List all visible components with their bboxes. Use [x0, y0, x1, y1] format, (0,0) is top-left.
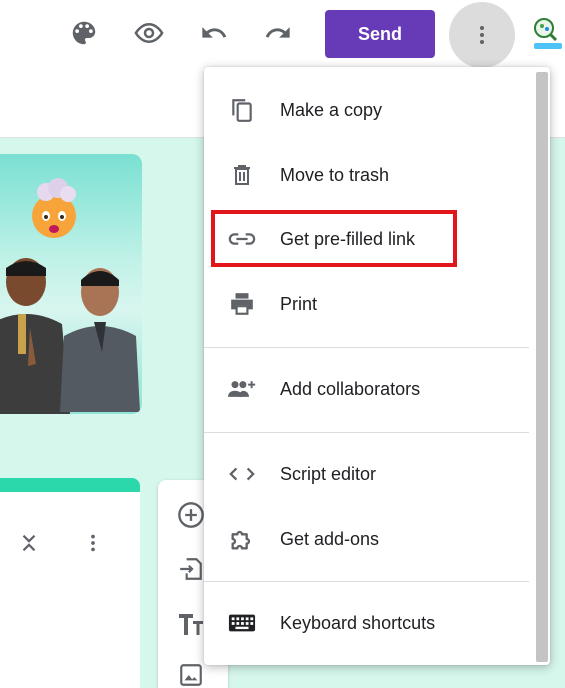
print-icon	[228, 290, 256, 318]
person-right-image	[60, 268, 140, 412]
question-accent-bar	[0, 478, 140, 492]
copy-icon	[228, 96, 256, 124]
menu-scrollbar[interactable]	[536, 72, 548, 662]
menu-divider	[204, 432, 529, 433]
send-button[interactable]: Send	[325, 10, 435, 58]
menu-item-keyboard-shortcuts[interactable]: Keyboard shortcuts	[204, 595, 534, 651]
add-title-icon[interactable]	[176, 608, 206, 638]
menu-item-print[interactable]: Print	[204, 276, 534, 332]
add-people-icon	[228, 375, 256, 403]
question-more-icon[interactable]	[82, 530, 104, 561]
keyboard-icon	[228, 609, 256, 637]
avatar[interactable]	[530, 16, 564, 56]
menu-divider	[204, 347, 529, 348]
menu-item-get-add-ons[interactable]: Get add-ons	[204, 511, 534, 567]
menu-item-label: Script editor	[280, 463, 377, 484]
menu-divider	[204, 581, 529, 582]
annotation-highlight-box	[211, 210, 457, 267]
redo-icon[interactable]	[262, 17, 294, 49]
form-header-image	[0, 154, 142, 414]
palette-icon[interactable]	[68, 17, 100, 49]
menu-item-label: Make a copy	[280, 99, 383, 120]
mind-blown-emoji-icon	[32, 178, 76, 238]
menu-item-label: Add collaborators	[280, 378, 421, 399]
menu-item-label: Move to trash	[280, 164, 390, 185]
import-questions-icon[interactable]	[176, 554, 206, 584]
top-toolbar: Send	[0, 0, 565, 70]
menu-item-add-collaborators[interactable]: Add collaborators	[204, 361, 534, 417]
menu-item-label: Get add-ons	[280, 528, 380, 549]
menu-item-move-to-trash[interactable]: Move to trash	[204, 147, 534, 203]
question-card[interactable]	[0, 478, 140, 688]
more-options-button[interactable]	[449, 2, 515, 68]
menu-item-script-editor[interactable]: Script editor	[204, 446, 534, 502]
add-question-icon[interactable]	[176, 500, 206, 530]
add-image-icon[interactable]	[176, 660, 206, 688]
menu-item-make-a-copy[interactable]: Make a copy	[204, 82, 534, 138]
eye-icon[interactable]	[133, 17, 165, 49]
menu-item-label: Print	[280, 293, 318, 314]
undo-icon[interactable]	[198, 17, 230, 49]
collapse-icon[interactable]	[18, 532, 40, 559]
menu-item-label: Keyboard shortcuts	[280, 612, 436, 633]
more-vert-icon	[480, 26, 484, 44]
code-icon	[228, 460, 256, 488]
trash-icon	[228, 161, 256, 189]
puzzle-icon	[228, 525, 256, 553]
